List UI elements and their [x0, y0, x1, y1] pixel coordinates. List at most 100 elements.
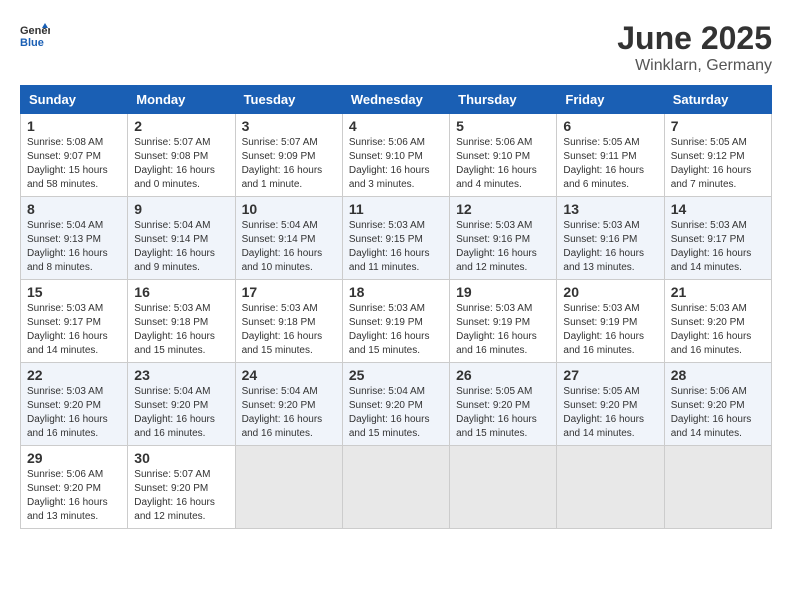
day-number: 14: [671, 201, 765, 217]
calendar-cell: 5 Sunrise: 5:06 AMSunset: 9:10 PMDaylight…: [450, 114, 557, 197]
day-number: 3: [242, 118, 336, 134]
day-number: 20: [563, 284, 657, 300]
day-info: Sunrise: 5:05 AMSunset: 9:11 PMDaylight:…: [563, 136, 657, 192]
day-info: Sunrise: 5:05 AMSunset: 9:20 PMDaylight:…: [563, 385, 657, 441]
day-number: 5: [456, 118, 550, 134]
calendar-cell: [664, 446, 771, 529]
calendar-cell: 16Sunrise: 5:03 AMSunset: 9:18 PMDayligh…: [128, 280, 235, 363]
calendar-cell: 21 Sunrise: 5:03 AMSunset: 9:20 PMDayligh…: [664, 280, 771, 363]
weekday-header-row: SundayMondayTuesdayWednesdayThursdayFrid…: [21, 86, 772, 114]
day-info: Sunrise: 5:03 AMSunset: 9:16 PMDaylight:…: [563, 219, 657, 275]
day-info: Sunrise: 5:07 AMSunset: 9:08 PMDaylight:…: [134, 136, 228, 192]
calendar-cell: 13Sunrise: 5:03 AMSunset: 9:16 PMDayligh…: [557, 197, 664, 280]
weekday-header: Sunday: [21, 86, 128, 114]
day-number: 10: [242, 201, 336, 217]
calendar-cell: 15Sunrise: 5:03 AMSunset: 9:17 PMDayligh…: [21, 280, 128, 363]
day-info: Sunrise: 5:04 AMSunset: 9:20 PMDaylight:…: [349, 385, 443, 441]
day-number: 17: [242, 284, 336, 300]
day-number: 27: [563, 367, 657, 383]
day-info: Sunrise: 5:06 AMSunset: 9:20 PMDaylight:…: [671, 385, 765, 441]
day-info: Sunrise: 5:03 AMSunset: 9:15 PMDaylight:…: [349, 219, 443, 275]
day-info: Sunrise: 5:04 AMSunset: 9:13 PMDaylight:…: [27, 219, 121, 275]
calendar-cell: 30 Sunrise: 5:07 AMSunset: 9:20 PMDayligh…: [128, 446, 235, 529]
day-info: Sunrise: 5:04 AMSunset: 9:20 PMDaylight:…: [134, 385, 228, 441]
day-number: 30: [134, 450, 228, 466]
day-info: Sunrise: 5:03 AMSunset: 9:19 PMDaylight:…: [456, 302, 550, 358]
weekday-header: Saturday: [664, 86, 771, 114]
day-info: Sunrise: 5:03 AMSunset: 9:20 PMDaylight:…: [27, 385, 121, 441]
weekday-header: Friday: [557, 86, 664, 114]
calendar-cell: 4 Sunrise: 5:06 AMSunset: 9:10 PMDaylight…: [342, 114, 449, 197]
day-info: Sunrise: 5:05 AMSunset: 9:20 PMDaylight:…: [456, 385, 550, 441]
day-number: 4: [349, 118, 443, 134]
calendar-table: SundayMondayTuesdayWednesdayThursdayFrid…: [20, 85, 772, 529]
calendar-cell: 20 Sunrise: 5:03 AMSunset: 9:19 PMDayligh…: [557, 280, 664, 363]
calendar-cell: 19 Sunrise: 5:03 AMSunset: 9:19 PMDayligh…: [450, 280, 557, 363]
page-header: General Blue June 2025 Winklarn, Germany: [20, 20, 772, 75]
day-info: Sunrise: 5:06 AMSunset: 9:10 PMDaylight:…: [456, 136, 550, 192]
calendar-cell: 9 Sunrise: 5:04 AMSunset: 9:14 PMDaylight…: [128, 197, 235, 280]
calendar-cell: [342, 446, 449, 529]
location-title: Winklarn, Germany: [617, 57, 772, 75]
day-info: Sunrise: 5:05 AMSunset: 9:12 PMDaylight:…: [671, 136, 765, 192]
day-info: Sunrise: 5:08 AMSunset: 9:07 PMDaylight:…: [27, 136, 121, 192]
day-number: 29: [27, 450, 121, 466]
calendar-cell: 24 Sunrise: 5:04 AMSunset: 9:20 PMDayligh…: [235, 363, 342, 446]
calendar-week-row: 22 Sunrise: 5:03 AMSunset: 9:20 PMDayligh…: [21, 363, 772, 446]
day-number: 11: [349, 201, 443, 217]
day-number: 18: [349, 284, 443, 300]
day-info: Sunrise: 5:03 AMSunset: 9:19 PMDaylight:…: [349, 302, 443, 358]
day-info: Sunrise: 5:03 AMSunset: 9:18 PMDaylight:…: [134, 302, 228, 358]
svg-text:Blue: Blue: [20, 37, 44, 49]
weekday-header: Wednesday: [342, 86, 449, 114]
calendar-cell: 11 Sunrise: 5:03 AMSunset: 9:15 PMDayligh…: [342, 197, 449, 280]
logo-icon: General Blue: [20, 20, 50, 50]
day-number: 26: [456, 367, 550, 383]
calendar-cell: 25 Sunrise: 5:04 AMSunset: 9:20 PMDayligh…: [342, 363, 449, 446]
calendar-cell: 22 Sunrise: 5:03 AMSunset: 9:20 PMDayligh…: [21, 363, 128, 446]
calendar-cell: 17Sunrise: 5:03 AMSunset: 9:18 PMDayligh…: [235, 280, 342, 363]
day-number: 22: [27, 367, 121, 383]
calendar-cell: 10Sunrise: 5:04 AMSunset: 9:14 PMDayligh…: [235, 197, 342, 280]
day-number: 7: [671, 118, 765, 134]
weekday-header: Monday: [128, 86, 235, 114]
day-info: Sunrise: 5:03 AMSunset: 9:17 PMDaylight:…: [671, 219, 765, 275]
day-number: 19: [456, 284, 550, 300]
day-number: 23: [134, 367, 228, 383]
calendar-week-row: 15Sunrise: 5:03 AMSunset: 9:17 PMDayligh…: [21, 280, 772, 363]
calendar-cell: 29Sunrise: 5:06 AMSunset: 9:20 PMDayligh…: [21, 446, 128, 529]
calendar-cell: 8 Sunrise: 5:04 AMSunset: 9:13 PMDaylight…: [21, 197, 128, 280]
day-info: Sunrise: 5:07 AMSunset: 9:09 PMDaylight:…: [242, 136, 336, 192]
calendar-cell: 1Sunrise: 5:08 AMSunset: 9:07 PMDaylight…: [21, 114, 128, 197]
calendar-cell: 14 Sunrise: 5:03 AMSunset: 9:17 PMDayligh…: [664, 197, 771, 280]
day-number: 25: [349, 367, 443, 383]
calendar-cell: 7 Sunrise: 5:05 AMSunset: 9:12 PMDaylight…: [664, 114, 771, 197]
calendar-week-row: 1Sunrise: 5:08 AMSunset: 9:07 PMDaylight…: [21, 114, 772, 197]
calendar-cell: 18 Sunrise: 5:03 AMSunset: 9:19 PMDayligh…: [342, 280, 449, 363]
day-number: 24: [242, 367, 336, 383]
weekday-header: Thursday: [450, 86, 557, 114]
calendar-cell: 27 Sunrise: 5:05 AMSunset: 9:20 PMDayligh…: [557, 363, 664, 446]
day-info: Sunrise: 5:04 AMSunset: 9:20 PMDaylight:…: [242, 385, 336, 441]
calendar-cell: [450, 446, 557, 529]
calendar-cell: 23 Sunrise: 5:04 AMSunset: 9:20 PMDayligh…: [128, 363, 235, 446]
day-number: 9: [134, 201, 228, 217]
day-info: Sunrise: 5:03 AMSunset: 9:20 PMDaylight:…: [671, 302, 765, 358]
day-number: 2: [134, 118, 228, 134]
day-number: 6: [563, 118, 657, 134]
day-info: Sunrise: 5:04 AMSunset: 9:14 PMDaylight:…: [134, 219, 228, 275]
day-info: Sunrise: 5:06 AMSunset: 9:10 PMDaylight:…: [349, 136, 443, 192]
day-number: 8: [27, 201, 121, 217]
day-info: Sunrise: 5:07 AMSunset: 9:20 PMDaylight:…: [134, 468, 228, 524]
logo: General Blue: [20, 20, 54, 50]
day-info: Sunrise: 5:03 AMSunset: 9:19 PMDaylight:…: [563, 302, 657, 358]
day-number: 21: [671, 284, 765, 300]
calendar-cell: [557, 446, 664, 529]
day-info: Sunrise: 5:03 AMSunset: 9:16 PMDaylight:…: [456, 219, 550, 275]
calendar-week-row: 8 Sunrise: 5:04 AMSunset: 9:13 PMDaylight…: [21, 197, 772, 280]
calendar-week-row: 29Sunrise: 5:06 AMSunset: 9:20 PMDayligh…: [21, 446, 772, 529]
calendar-cell: 2 Sunrise: 5:07 AMSunset: 9:08 PMDaylight…: [128, 114, 235, 197]
weekday-header: Tuesday: [235, 86, 342, 114]
day-info: Sunrise: 5:03 AMSunset: 9:17 PMDaylight:…: [27, 302, 121, 358]
month-title: June 2025: [617, 20, 772, 57]
